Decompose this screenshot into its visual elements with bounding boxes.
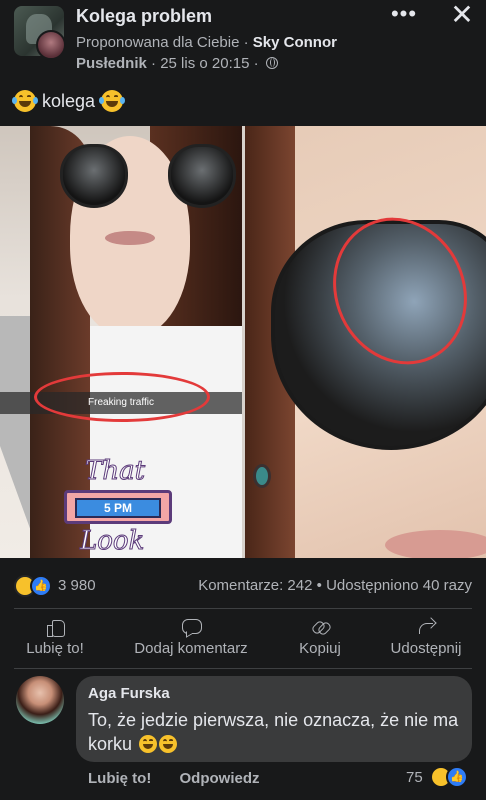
laughing-emoji-icon [139, 735, 158, 753]
comment-button[interactable]: Dodaj komentarz [124, 614, 258, 664]
sticker-text-bottom: Look [79, 526, 145, 557]
earring [253, 464, 271, 488]
share-arrow-icon [416, 618, 436, 636]
comment-like-button[interactable]: Lubię to! [88, 770, 151, 787]
comment-reply-button[interactable]: Odpowiedz [180, 770, 260, 787]
thumbs-up-icon [45, 618, 65, 637]
meta-separator: · [151, 55, 157, 72]
comment-label: Dodaj komentarz [134, 640, 248, 657]
photo-left-panel: Freaking traffic That 5 PM Look [0, 126, 242, 558]
link-icon [310, 618, 330, 636]
comment-actions: Lubię to! Odpowiedz [88, 770, 284, 787]
author-name[interactable]: Sky Connor [253, 34, 337, 51]
post-timestamp[interactable]: 25 lis o 20:15 [160, 55, 249, 72]
sticker-text-top: That [84, 456, 146, 487]
share-button[interactable]: Udostępnij [384, 614, 468, 664]
commenter-name[interactable]: Aga Furska [88, 685, 170, 702]
post-image[interactable]: Freaking traffic That 5 PM Look [0, 126, 486, 558]
group-name[interactable]: Kolega problem [76, 6, 212, 27]
laughing-emoji-icon [99, 90, 126, 112]
photo-right-panel [245, 126, 486, 558]
post-actions: Lubię to! Dodaj komentarz Kopiuj Udostęp… [0, 614, 486, 664]
divider [14, 668, 472, 669]
post-stats: 👍 3 980 Komentarze: 242 • Udostępniono 4… [14, 574, 472, 598]
reaction-count[interactable]: 3 980 [58, 577, 96, 594]
close-button[interactable]: ✕ [448, 0, 476, 30]
caption-text: kolega [42, 90, 96, 111]
author-avatar[interactable] [36, 30, 66, 60]
commenter-avatar[interactable] [16, 676, 64, 724]
that-look-sticker: That 5 PM Look [50, 456, 200, 557]
share-label: Udostępnij [390, 640, 462, 657]
meta-separator: · [253, 55, 259, 72]
laughing-emoji-icon [159, 735, 178, 753]
stats-separator: • [316, 577, 322, 594]
comment-reaction-count: 75 [406, 769, 423, 786]
post-header: Kolega problem Proponowana dla Ciebie · … [0, 0, 486, 80]
like-reaction-icon: 👍 [446, 766, 468, 788]
laughing-emoji-icon [12, 90, 38, 112]
like-reaction-icon: 👍 [30, 575, 52, 597]
sunglasses-lens-left [60, 144, 128, 208]
comment-text: To, że jedzie pierwsza, nie oznacza, że … [88, 708, 460, 756]
red-circle-annotation [34, 372, 210, 422]
like-button[interactable]: Lubię to! [20, 614, 90, 664]
post-meta-line-2: Pusłednik · 25 lis o 20:15 · [76, 55, 278, 72]
author-role: Pusłednik [76, 55, 147, 72]
comment-bubble: Aga Furska To, że jedzie pierwsza, nie o… [76, 676, 472, 762]
more-options-button[interactable]: ••• [390, 1, 418, 28]
globe-icon [265, 57, 278, 69]
post-meta-line: Proponowana dla Ciebie · Sky Connor [76, 34, 337, 51]
close-icon: ✕ [450, 0, 474, 30]
post-caption: kolega [12, 90, 126, 112]
suggested-label: Proponowana dla Ciebie [76, 34, 240, 51]
copy-label: Kopiuj [299, 640, 341, 657]
share-count[interactable]: Udostępniono 40 razy [326, 577, 472, 594]
sunglasses-lens-right [168, 144, 236, 208]
comment-icon [181, 618, 202, 636]
stats-right: Komentarze: 242 • Udostępniono 40 razy [198, 577, 472, 594]
comment-count[interactable]: Komentarze: 242 [198, 577, 312, 594]
like-label: Lubię to! [26, 640, 84, 657]
more-horizontal-icon: ••• [390, 1, 418, 26]
reaction-icons[interactable]: 👍 [14, 575, 54, 597]
alarm-clock-sticker: 5 PM [64, 490, 172, 524]
copy-button[interactable]: Kopiuj [290, 614, 350, 664]
clock-time: 5 PM [75, 498, 161, 518]
meta-separator: · [243, 34, 249, 51]
divider [14, 608, 472, 609]
